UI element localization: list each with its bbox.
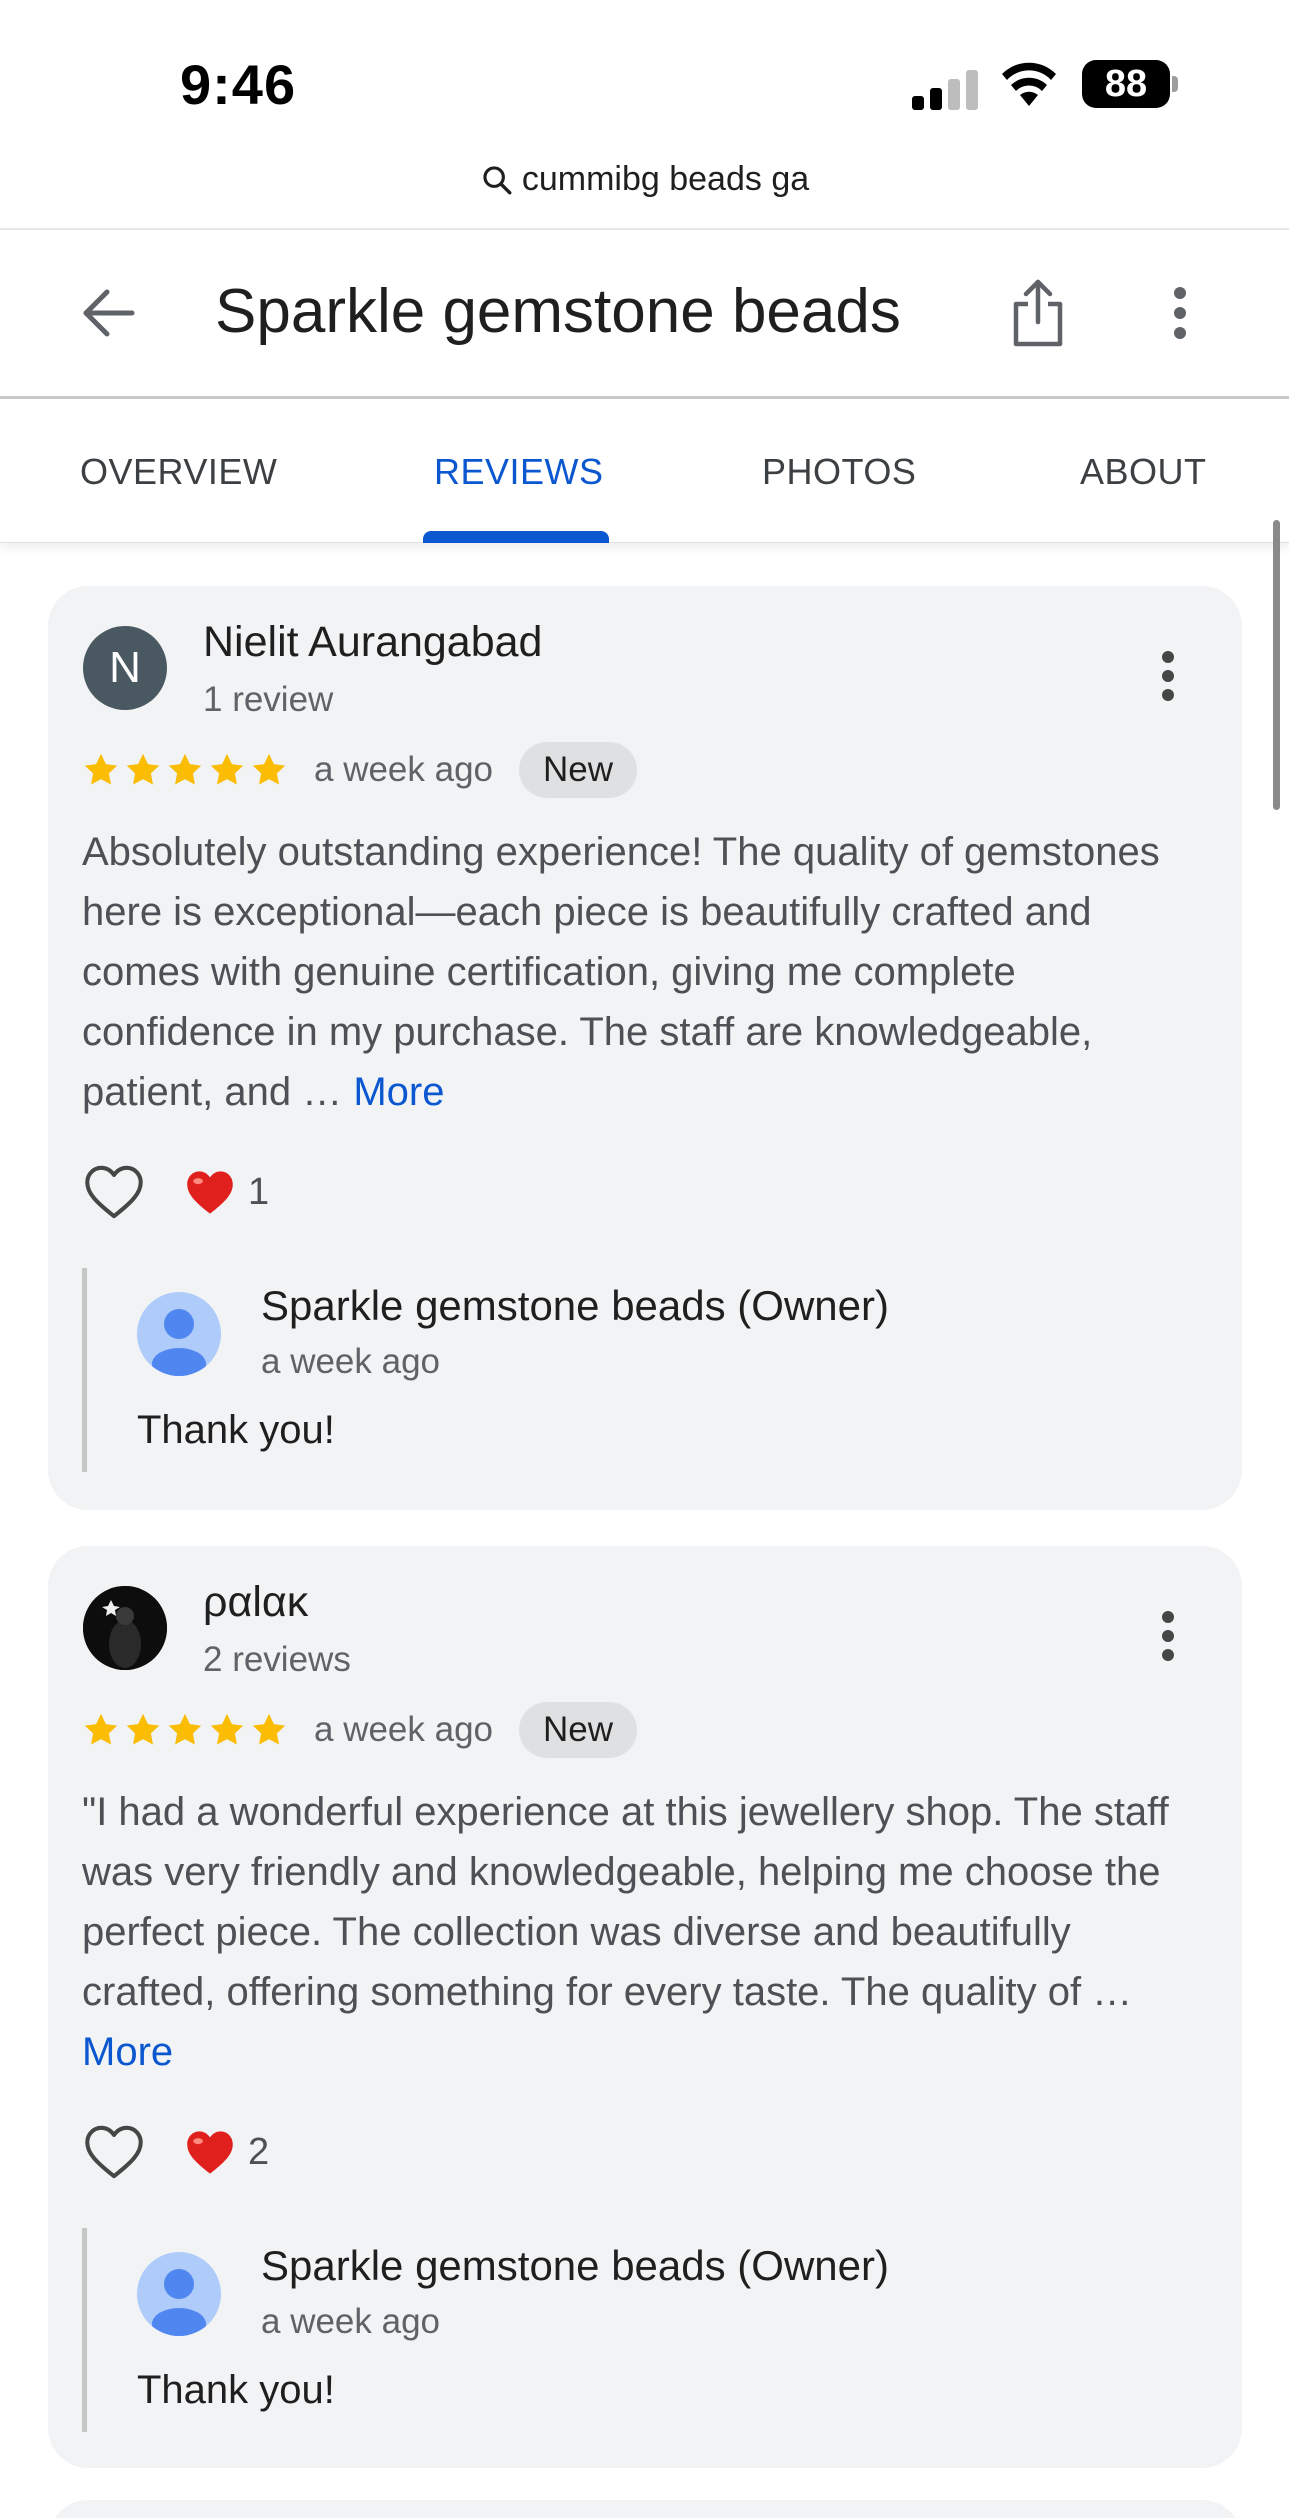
star-icon — [210, 1713, 244, 1745]
share-button[interactable] — [1000, 270, 1076, 356]
owner-name: Sparkle gemstone beads (Owner) — [261, 1282, 889, 1329]
reviewer-name[interactable]: ραlακ — [203, 1578, 308, 1627]
reviewer-review-count: 2 reviews — [203, 1640, 351, 1679]
status-bar: 9:46 88 — [0, 0, 1289, 150]
reviewer-name[interactable]: Nielit Aurangabad — [203, 618, 542, 667]
star-icon — [210, 753, 244, 785]
avatar[interactable]: N — [83, 626, 167, 710]
rating-row: a week ago New — [82, 1700, 638, 1760]
star-icon — [126, 1713, 160, 1745]
more-link[interactable]: More — [82, 2030, 173, 2074]
review-date: a week ago — [314, 1710, 494, 1749]
heart-outline-icon — [85, 2125, 143, 2179]
tab-photos[interactable]: PHOTOS — [762, 451, 916, 493]
review-card: ραlακ 2 reviews a week ago New "I had a … — [48, 1546, 1242, 2468]
review-body: "I had a wonderful experience at this je… — [82, 1790, 1169, 2014]
owner-reply: Sparkle gemstone beads (Owner) a week ag… — [82, 1268, 1182, 1472]
like-button[interactable] — [82, 1162, 146, 1222]
more-vert-icon — [1162, 1611, 1174, 1661]
star-icon — [84, 753, 118, 785]
review-date: a week ago — [314, 750, 494, 789]
owner-reply-text: Thank you! — [137, 1408, 335, 1452]
review-text: Absolutely outstanding experience! The q… — [82, 822, 1212, 1122]
share-icon — [1013, 279, 1063, 347]
review-body: Absolutely outstanding experience! The q… — [82, 830, 1160, 1114]
star-icon — [168, 1713, 202, 1745]
tab-overview[interactable]: OVERVIEW — [80, 451, 277, 493]
star-rating — [82, 751, 288, 789]
star-icon — [84, 1713, 118, 1745]
place-header: Sparkle gemstone beads — [0, 230, 1289, 396]
arrow-left-icon — [83, 289, 135, 337]
more-options-button[interactable] — [1150, 278, 1210, 348]
rating-row: a week ago New — [82, 740, 638, 800]
profile-photo-icon — [83, 1586, 167, 1670]
search-query-text: cummibg beads ga — [521, 160, 810, 198]
person-icon — [152, 1309, 206, 1376]
reaction-count: 2 — [248, 2130, 270, 2173]
more-vert-icon — [1162, 651, 1174, 701]
tab-about[interactable]: ABOUT — [1080, 451, 1207, 493]
reactions-row: 1 — [82, 1162, 269, 1222]
star-icon — [252, 1713, 286, 1745]
like-button[interactable] — [82, 2122, 146, 2182]
scrollbar[interactable] — [1273, 520, 1280, 810]
reviewer-review-count: 1 review — [203, 680, 334, 719]
reaction-count: 1 — [248, 1170, 270, 1213]
star-icon — [252, 753, 286, 785]
heart-outline-icon — [85, 1165, 143, 1219]
avatar[interactable] — [83, 1586, 167, 1670]
more-vert-icon — [1174, 287, 1186, 339]
review-card — [48, 2500, 1242, 2518]
review-card: N Nielit Aurangabad 1 review a week ago … — [48, 586, 1242, 1510]
battery-icon: 88 — [1082, 60, 1178, 108]
owner-reply-date: a week ago — [261, 2302, 441, 2341]
reactions-row: 2 — [82, 2122, 269, 2182]
review-text: "I had a wonderful experience at this je… — [82, 1782, 1212, 2082]
active-tab-indicator — [423, 531, 609, 543]
owner-name: Sparkle gemstone beads (Owner) — [261, 2242, 889, 2289]
more-link[interactable]: More — [353, 1070, 444, 1114]
person-icon — [152, 2269, 206, 2336]
owner-avatar — [137, 2252, 221, 2336]
search-icon — [483, 165, 512, 194]
new-badge: New — [519, 742, 638, 798]
battery-level: 88 — [1082, 60, 1170, 108]
owner-reply: Sparkle gemstone beads (Owner) a week ag… — [82, 2228, 1182, 2432]
red-heart-icon — [187, 2131, 233, 2174]
back-button[interactable] — [70, 280, 146, 346]
star-icon — [126, 753, 160, 785]
review-more-button[interactable] — [1148, 638, 1188, 714]
search-query-chip[interactable]: cummibg beads ga — [0, 160, 1289, 199]
status-time: 9:46 — [180, 53, 297, 116]
review-more-button[interactable] — [1148, 1598, 1188, 1674]
owner-avatar — [137, 1292, 221, 1376]
star-icon — [168, 753, 202, 785]
cellular-signal-icon — [912, 70, 978, 110]
star-rating — [82, 1711, 288, 1749]
page-title: Sparkle gemstone beads — [215, 277, 901, 346]
new-badge: New — [519, 1702, 638, 1758]
red-heart-icon — [187, 1171, 233, 1214]
owner-reply-text: Thank you! — [137, 2368, 335, 2412]
wifi-icon — [1002, 62, 1056, 106]
owner-reply-date: a week ago — [261, 1342, 441, 1381]
tab-bar: OVERVIEW REVIEWS PHOTOS ABOUT — [0, 399, 1289, 543]
tab-reviews[interactable]: REVIEWS — [434, 451, 604, 493]
